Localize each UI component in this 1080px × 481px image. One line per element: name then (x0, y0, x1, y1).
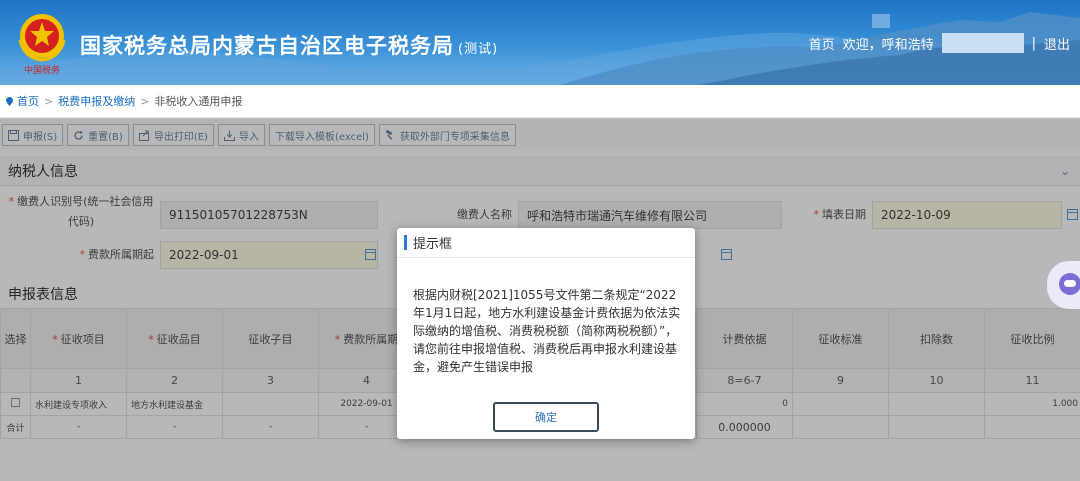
welcome-text: 欢迎，呼和浩特 (842, 37, 934, 53)
dialog-header: 提示框 (397, 228, 695, 258)
site-header: 中国税务 国家税务总局内蒙古自治区电子税务局 (测试) 首页 欢迎，呼和浩特 | … (0, 0, 1080, 85)
breadcrumb-current: 非税收入通用申报 (154, 95, 243, 108)
breadcrumb-tax-declaration[interactable]: 税费申报及缴纳 (58, 93, 135, 109)
dialog-title: 提示框 (413, 237, 453, 252)
site-title-suffix: (测试) (458, 42, 499, 57)
emblem-caption: 中国税务 (24, 64, 60, 76)
username-redacted (941, 33, 1024, 53)
assistant-float-button[interactable] (1047, 261, 1080, 309)
robot-icon (1059, 273, 1080, 295)
ok-button[interactable]: 确定 (493, 402, 599, 432)
logout-link[interactable]: 退出 (1044, 34, 1070, 53)
breadcrumb-home[interactable]: 首页 (17, 93, 39, 109)
prompt-dialog: 提示框 根据内财税[2021]1055号文件第二条规定“2022年1月1日起，地… (397, 228, 695, 439)
tax-emblem-icon: 中国税务 (18, 14, 66, 76)
dialog-message: 根据内财税[2021]1055号文件第二条规定“2022年1月1日起，地方水利建… (413, 288, 681, 374)
home-link[interactable]: 首页 (809, 34, 835, 53)
location-pin-icon (6, 96, 13, 106)
site-title: 国家税务总局内蒙古自治区电子税务局 (测试) (80, 30, 498, 60)
top-nav: 首页 欢迎，呼和浩特 | 退出 (809, 33, 1070, 53)
nav-divider: | (1031, 35, 1036, 51)
breadcrumb-separator: > (44, 94, 54, 108)
breadcrumb: 首页 > 税费申报及缴纳 > 非税收入通用申报 (0, 85, 1080, 118)
dialog-accent-bar (404, 235, 407, 250)
site-title-text: 国家税务总局内蒙古自治区电子税务局 (80, 34, 454, 58)
breadcrumb-separator: > (140, 94, 150, 108)
